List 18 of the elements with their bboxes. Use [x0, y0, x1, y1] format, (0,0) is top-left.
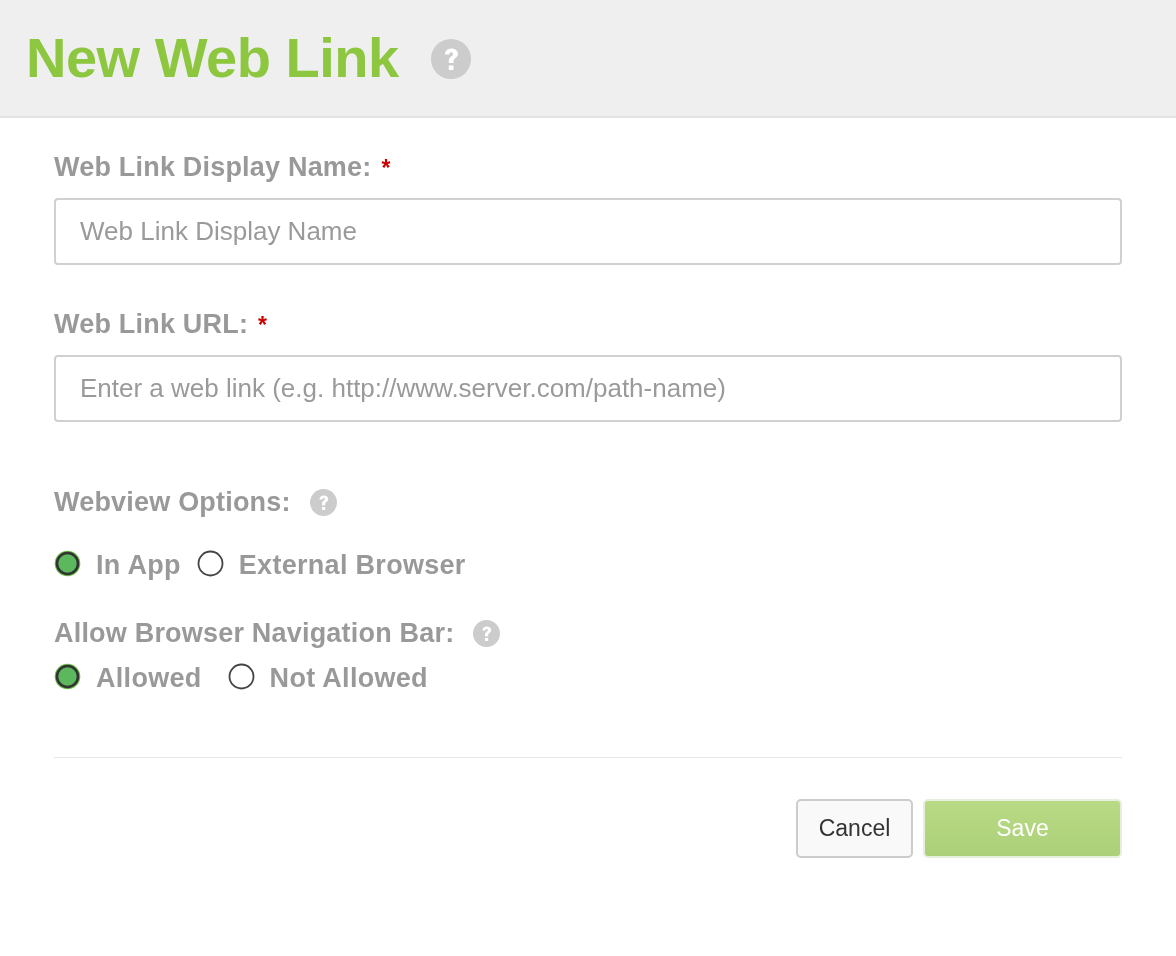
text-input[interactable]: Web Link Display Name: [54, 198, 1122, 265]
group-label: Webview Options:: [54, 486, 291, 518]
field-label: Web Link Display Name:: [54, 151, 372, 183]
radio-button[interactable]: [54, 550, 81, 577]
required-mark: *: [381, 154, 391, 183]
option-label: In App: [96, 549, 181, 581]
page-title: New Web Link: [26, 30, 399, 86]
option-label: External Browser: [238, 549, 466, 581]
radio-button[interactable]: [196, 550, 224, 577]
option-label: Allowed: [96, 662, 202, 694]
field-label: Web Link URL:: [54, 308, 249, 340]
radio-button[interactable]: [54, 663, 81, 690]
option-label: Not Allowed: [269, 662, 428, 694]
group-label: Allow Browser Navigation Bar:: [54, 617, 455, 649]
text-input[interactable]: Enter a web link (e.g. http://www.server.com/path-name): [54, 355, 1122, 422]
required-mark: *: [258, 311, 268, 340]
radio-button[interactable]: [227, 663, 255, 690]
cancel-button[interactable]: Cancel: [796, 799, 913, 858]
